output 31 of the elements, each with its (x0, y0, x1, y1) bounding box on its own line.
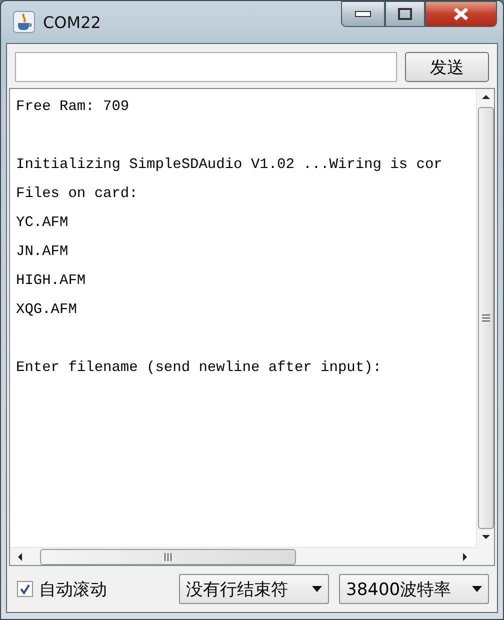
window-title: COM22 (43, 12, 102, 32)
output-line: Free Ram: 709 (16, 98, 130, 117)
autoscroll-checkbox[interactable] (17, 581, 33, 597)
coffee-cup-icon (13, 11, 35, 33)
output-line: HIGH.AFM (16, 272, 87, 291)
grip-icon (482, 314, 490, 322)
maximize-button[interactable] (385, 1, 425, 27)
line-ending-dropdown[interactable]: 没有行结束符 (179, 574, 329, 604)
output-line: JN.AFM (16, 243, 70, 262)
close-icon (453, 7, 469, 21)
input-field[interactable] (15, 52, 397, 82)
output-line: YC.AFM (16, 214, 70, 233)
maximize-icon (398, 8, 412, 20)
scroll-thumb[interactable] (478, 107, 494, 529)
minimize-button[interactable] (341, 1, 385, 27)
output-line: Initializing SimpleSDAudio V1.02 ...Wiring is cor (16, 156, 444, 175)
close-button[interactable] (425, 1, 497, 27)
baud-rate-dropdown[interactable]: 38400波特率 (339, 574, 489, 604)
autoscroll-label: 自动滚动 (39, 578, 107, 600)
caret-icon (472, 586, 482, 592)
caret-icon (312, 586, 322, 592)
horizontal-scrollbar[interactable] (10, 547, 476, 565)
minimize-icon (355, 11, 371, 17)
vertical-scrollbar[interactable] (476, 89, 494, 547)
scroll-right-icon[interactable] (460, 552, 470, 562)
send-button[interactable]: 发送 (405, 52, 489, 82)
grip-icon (164, 552, 172, 560)
output-line: Files on card: (16, 185, 139, 204)
output-line: XQG.AFM (16, 301, 78, 320)
scroll-thumb[interactable] (40, 548, 296, 564)
output-line: Enter filename (send newline after input): (16, 359, 382, 378)
